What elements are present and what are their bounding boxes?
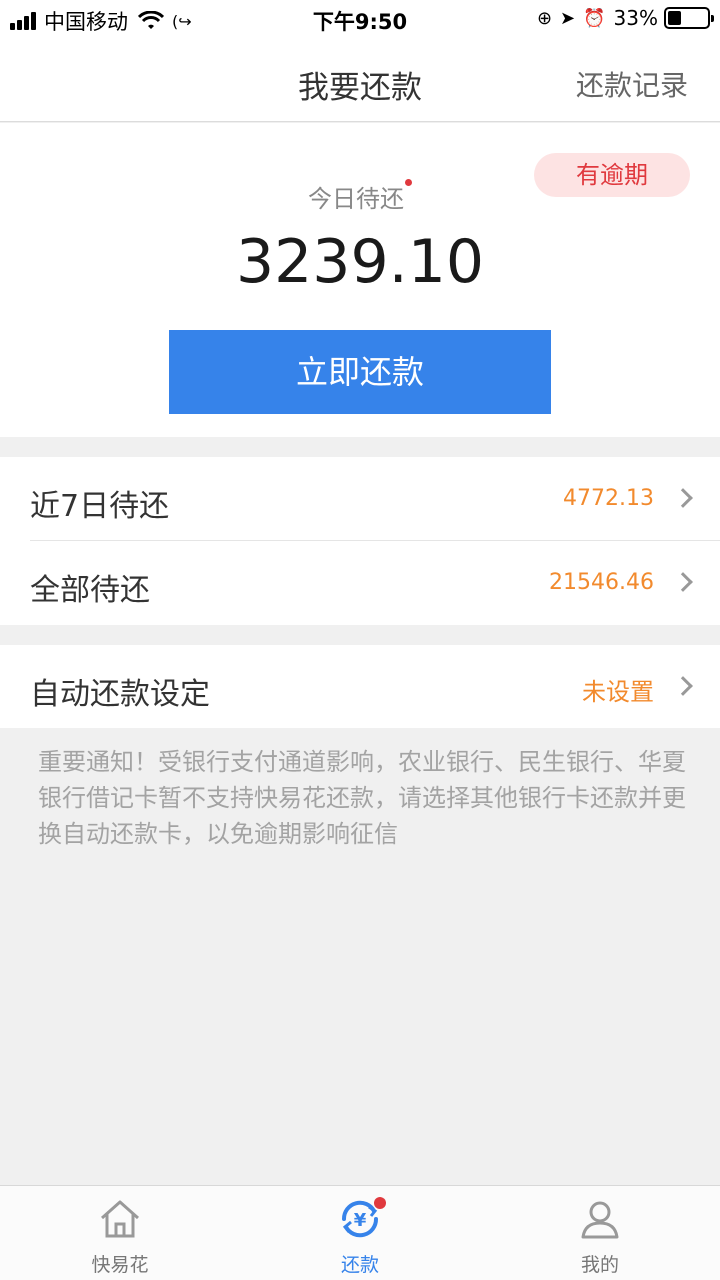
- today-due-label-text: 今日待还: [308, 185, 404, 213]
- row-value: 未设置: [582, 678, 654, 706]
- notification-dot: [405, 179, 412, 186]
- today-due-card: 有逾期 今日待还 3239.10 立即还款: [0, 123, 720, 437]
- due-summary-list: 近7日待还 4772.13 全部待还 21546.46: [0, 457, 720, 625]
- row-value: 4772.13: [563, 486, 654, 511]
- chevron-right-icon: [673, 676, 693, 696]
- today-due-label: 今日待还: [0, 179, 720, 214]
- tab-label: 我的: [580, 1254, 619, 1276]
- tab-repay[interactable]: ¥ 还款: [240, 1186, 480, 1280]
- row-label: 全部待还: [30, 573, 150, 608]
- row-label: 自动还款设定: [30, 677, 210, 712]
- location-icon: ➤: [560, 7, 576, 29]
- today-due-amount: 3239.10: [235, 227, 485, 297]
- user-icon: [581, 1201, 619, 1239]
- home-icon: [101, 1200, 139, 1238]
- list-item-auto-repay[interactable]: 自动还款设定 未设置: [0, 645, 720, 729]
- battery-icon: [664, 7, 714, 29]
- row-value: 21546.46: [549, 570, 654, 595]
- row-label: 近7日待还: [30, 489, 170, 524]
- auto-repay-list: 自动还款设定 未设置: [0, 645, 720, 728]
- notification-dot: [374, 1197, 386, 1209]
- battery-percent: 33%: [613, 6, 658, 30]
- tab-bar: 快易花 ¥ 还款 我的: [0, 1185, 720, 1280]
- status-bar: 中国移动 (↪ 下午9:50 ⊕ ➤ ⏰ 33%: [0, 0, 720, 40]
- repayment-history-link[interactable]: 还款记录: [576, 64, 688, 104]
- chevron-right-icon: [673, 572, 693, 592]
- svg-text:¥: ¥: [354, 1210, 367, 1231]
- important-notice: 重要通知！受银行支付通道影响，农业银行、民生银行、华夏银行借记卡暂不支持快易花还…: [38, 748, 686, 848]
- nav-bar: 我要还款 还款记录: [0, 40, 720, 122]
- list-item-all-due[interactable]: 全部待还 21546.46: [0, 541, 720, 625]
- rotation-lock-icon: ⊕: [536, 7, 553, 29]
- tab-label: 还款: [340, 1254, 379, 1276]
- tab-label: 快易花: [91, 1254, 149, 1276]
- tab-mine[interactable]: 我的: [480, 1186, 720, 1280]
- repay-now-button[interactable]: 立即还款: [169, 330, 551, 414]
- tab-home[interactable]: 快易花: [0, 1186, 240, 1280]
- list-item-7day-due[interactable]: 近7日待还 4772.13: [0, 457, 720, 541]
- chevron-right-icon: [673, 488, 693, 508]
- alarm-icon: ⏰: [583, 7, 606, 29]
